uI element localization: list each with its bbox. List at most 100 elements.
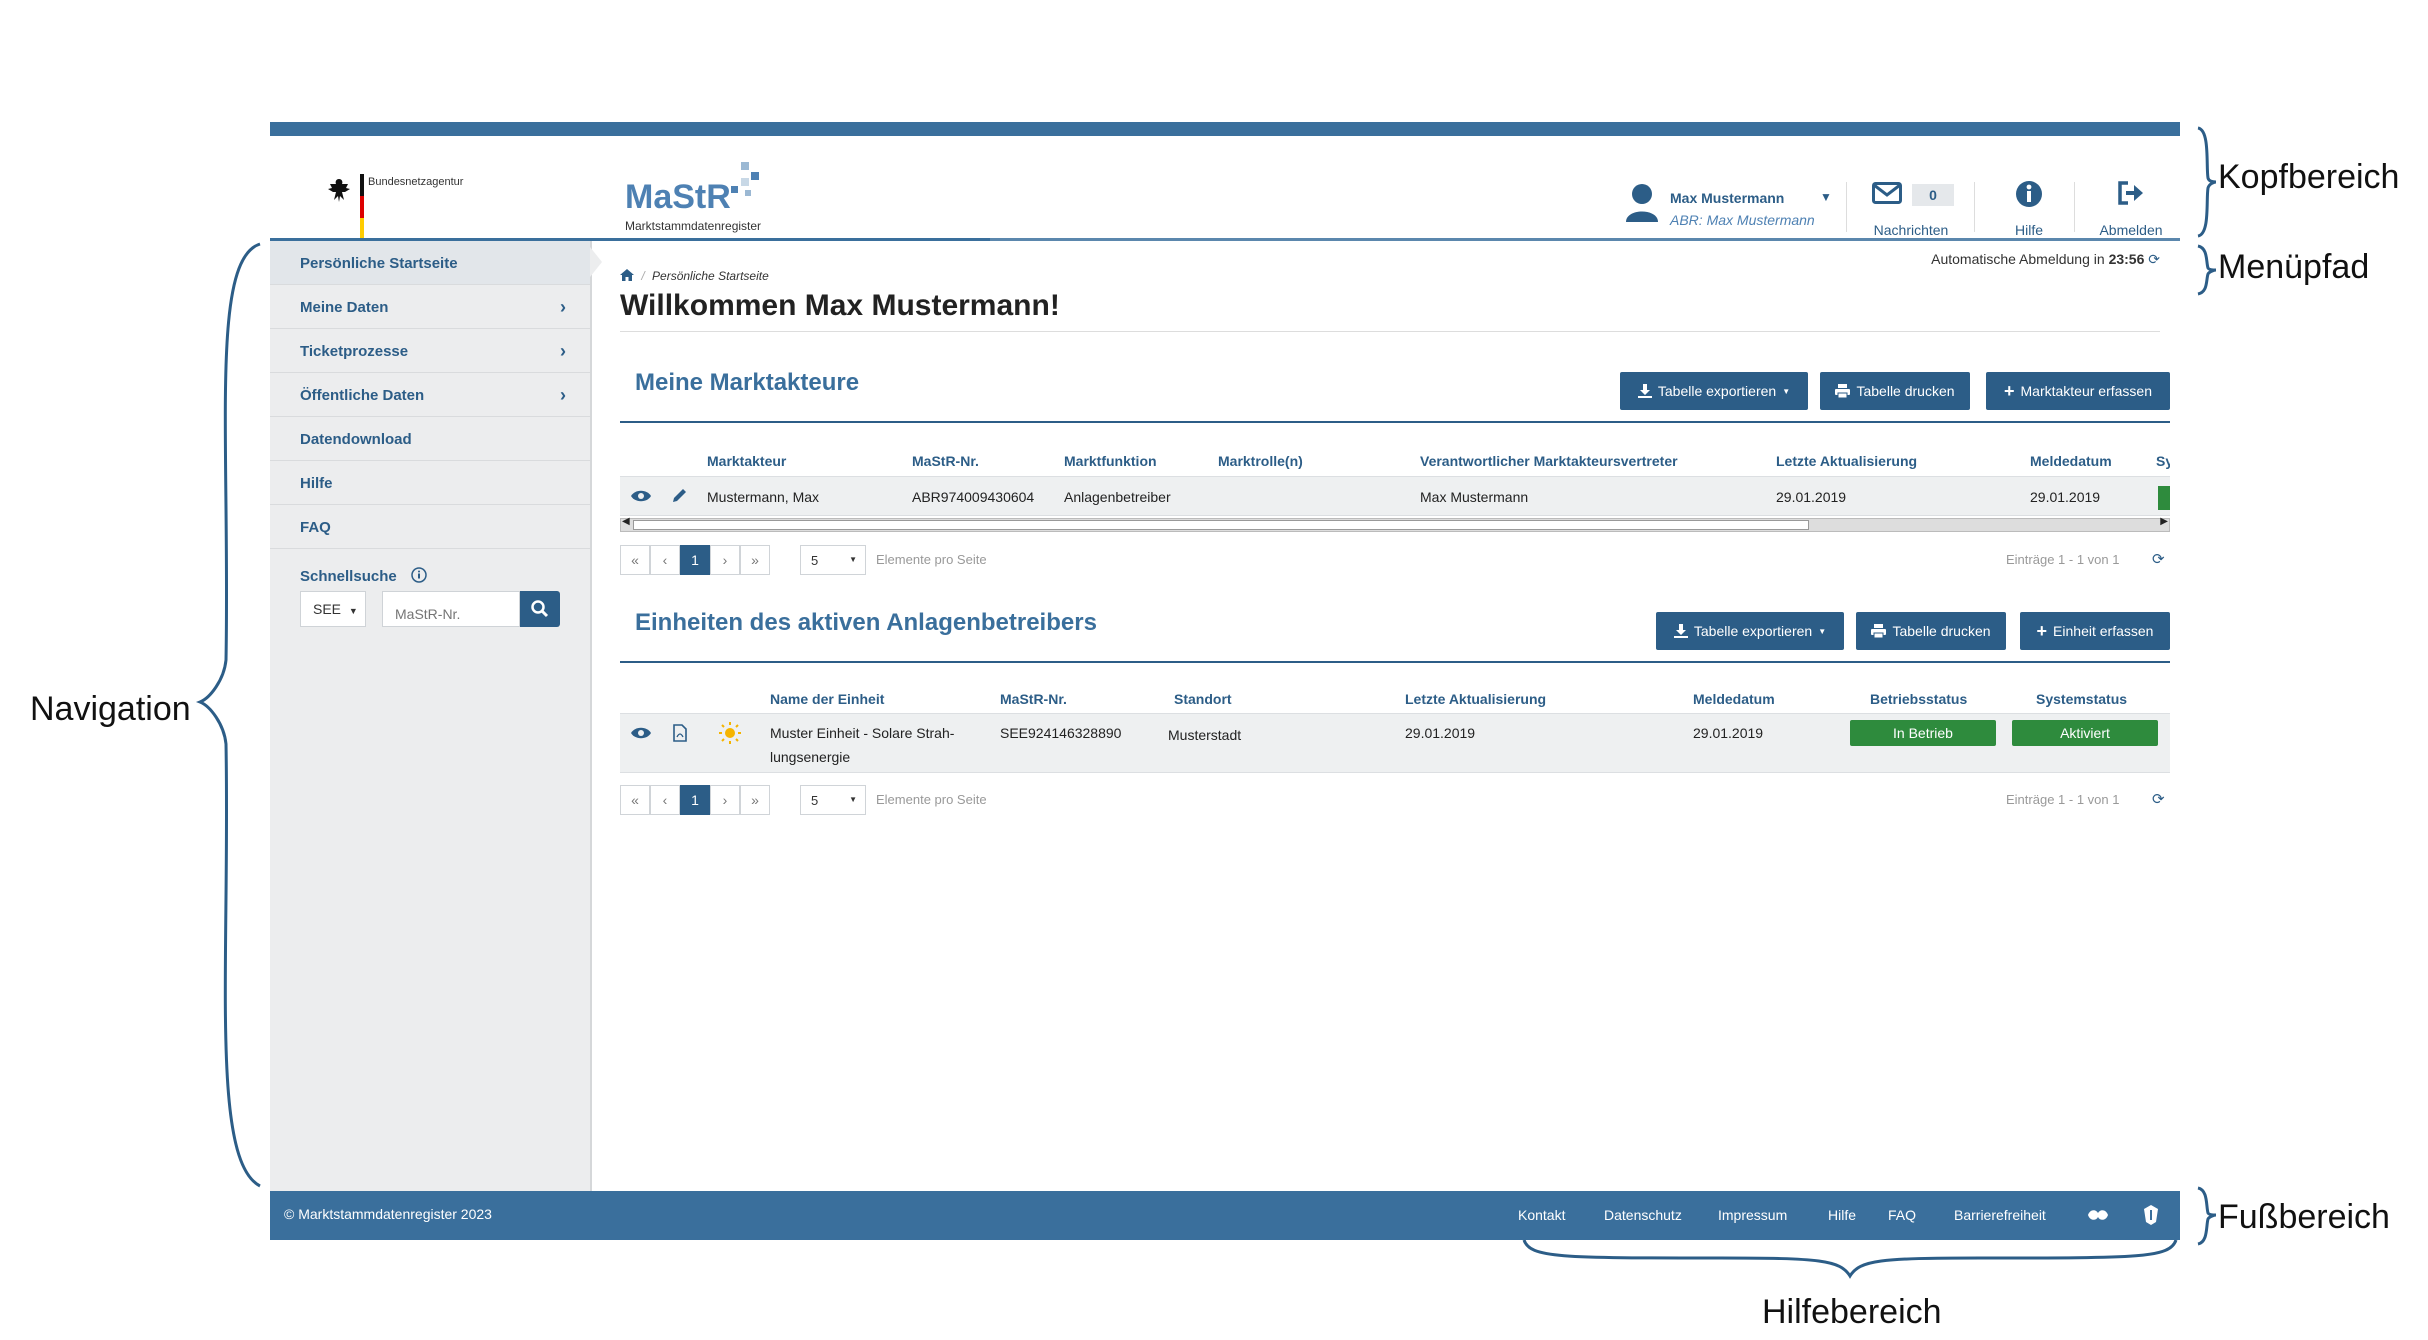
user-menu[interactable]: Max Mustermann ABR: Max Mustermann ▼ (1620, 180, 1832, 240)
column-header[interactable]: Standort (1174, 691, 1232, 707)
column-header[interactable]: MaStR-Nr. (1000, 691, 1067, 707)
column-header[interactable]: MaStR-Nr. (912, 453, 979, 469)
home-icon[interactable] (620, 269, 634, 281)
logo-dots-icon (731, 162, 759, 196)
quick-search-type-select[interactable]: SEE ▼ (300, 591, 366, 627)
eye-icon[interactable] (630, 726, 652, 740)
page-button[interactable]: 1 (680, 785, 710, 815)
footer-copyright: © Marktstammdatenregister 2023 (284, 1206, 492, 1222)
add-marktakteur-button[interactable]: + Marktakteur erfassen (1986, 372, 2170, 410)
first-page-button[interactable]: « (620, 545, 650, 575)
quick-search-button[interactable] (520, 591, 560, 627)
column-header[interactable]: Marktakteur (707, 453, 786, 469)
column-header[interactable]: Marktrolle(n) (1218, 453, 1303, 469)
page-button[interactable]: 1 (680, 545, 710, 575)
column-header[interactable]: Verantwortlicher Marktakteursvertreter (1420, 453, 1678, 469)
print-table-button[interactable]: Tabelle drucken (1820, 372, 1970, 410)
footer-link-faq[interactable]: FAQ (1888, 1207, 1916, 1223)
bundesnetzagentur-logo[interactable]: Bundesnetzagentur (324, 174, 464, 244)
table-cell: Muster Einheit - Solare Strah- (770, 725, 955, 741)
sidebar-item-datendownload[interactable]: Datendownload (270, 417, 590, 461)
page-size-select[interactable]: 5 ▼ (800, 545, 866, 575)
refresh-icon[interactable]: ⟳ (2148, 251, 2160, 267)
mastr-logo[interactable]: MaStR Marktstammdatenregister (625, 162, 761, 233)
column-header[interactable]: Marktfunktion (1064, 453, 1157, 469)
footer-link-kontakt[interactable]: Kontakt (1518, 1207, 1565, 1223)
table-cell: ABR974009430604 (912, 489, 1035, 505)
sidebar-item-label: Meine Daten (300, 299, 389, 316)
sign-language-icon[interactable] (2086, 1205, 2110, 1225)
section-title-einheiten: Einheiten des aktiven Anlagenbetreibers (635, 609, 1097, 636)
footer-link-datenschutz[interactable]: Datenschutz (1604, 1207, 1682, 1223)
next-page-button[interactable]: › (710, 785, 740, 815)
scrollbar-thumb[interactable] (633, 520, 1809, 530)
scroll-right-icon[interactable]: ▶ (2160, 516, 2168, 527)
quick-search-label-text: Schnellsuche (300, 568, 397, 585)
sidebar-item-ticketprozesse[interactable]: Ticketprozesse › (270, 329, 590, 373)
sidebar-item-faq[interactable]: FAQ (270, 505, 590, 549)
info-circle-icon[interactable] (411, 567, 427, 583)
print-icon (1871, 624, 1887, 638)
sidebar-item-persoenliche-startseite[interactable]: Persönliche Startseite (270, 241, 602, 285)
quick-search-input[interactable] (382, 591, 520, 627)
annotation-fussbereich: Fußbereich (2218, 1198, 2390, 1236)
sidebar-item-hilfe[interactable]: Hilfe (270, 461, 590, 505)
footer-link-barrierefreiheit[interactable]: Barrierefreiheit (1954, 1207, 2046, 1223)
first-page-button[interactable]: « (620, 785, 650, 815)
horizontal-scrollbar[interactable]: ◀ ▶ (620, 516, 2170, 532)
messages-count: 0 (1912, 184, 1954, 206)
logout-button[interactable]: Abmelden (2086, 176, 2176, 246)
user-icon (1626, 184, 1658, 222)
auto-logout-text: Automatische Abmeldung in (1931, 251, 2105, 267)
quick-search-label: Schnellsuche (300, 567, 427, 585)
caret-down-icon: ▼ (849, 555, 857, 564)
export-label: Tabelle exportieren (1693, 623, 1813, 639)
export-table-button[interactable]: Tabelle exportieren ▼ (1656, 612, 1844, 650)
column-header[interactable]: Name der Einheit (770, 691, 884, 707)
prev-page-button[interactable]: ‹ (650, 545, 680, 575)
pdf-file-icon[interactable] (673, 724, 687, 742)
add-einheit-button[interactable]: + Einheit erfassen (2020, 612, 2170, 650)
section-title-marktakteure: Meine Marktakteure (635, 369, 860, 396)
column-header[interactable]: Meldedatum (2030, 453, 2112, 469)
auto-logout-timer: Automatische Abmeldung in 23:56 ⟳ (1931, 251, 2160, 268)
section-divider (620, 661, 2170, 663)
refresh-icon[interactable]: ⟳ (2152, 790, 2165, 808)
next-page-button[interactable]: › (710, 545, 740, 575)
print-table-button[interactable]: Tabelle drucken (1856, 612, 2006, 650)
refresh-icon[interactable]: ⟳ (2152, 550, 2165, 568)
column-header[interactable]: Sy (2156, 453, 2170, 469)
table-cell: Musterstadt (1168, 727, 1242, 743)
footer: © Marktstammdatenregister 2023 Kontakt D… (270, 1191, 2180, 1240)
last-page-button[interactable]: » (740, 545, 770, 575)
download-icon (1673, 624, 1688, 638)
sidebar-item-label: Öffentliche Daten (300, 387, 425, 404)
table-cell: lungsenergie (770, 749, 851, 765)
footer-link-impressum[interactable]: Impressum (1718, 1207, 1787, 1223)
entries-info: Einträge 1 - 1 von 1 (2006, 552, 2120, 567)
footer-link-hilfe[interactable]: Hilfe (1828, 1207, 1856, 1223)
user-abr: ABR: Max Mustermann (1670, 212, 1815, 228)
messages-button[interactable]: 0 Nachrichten (1856, 176, 1966, 246)
page-size-select[interactable]: 5 ▼ (800, 785, 866, 815)
entries-info: Einträge 1 - 1 von 1 (2006, 792, 2120, 807)
last-page-button[interactable]: » (740, 785, 770, 815)
easy-language-icon[interactable] (2142, 1204, 2160, 1226)
column-header[interactable]: Systemstatus (2036, 691, 2127, 707)
pencil-icon[interactable] (672, 487, 688, 503)
scroll-left-icon[interactable]: ◀ (622, 516, 630, 527)
help-button[interactable]: Hilfe (1994, 176, 2064, 246)
status-badge-system: Aktiviert (2012, 720, 2158, 746)
active-pointer-icon (590, 247, 602, 277)
sidebar-item-meine-daten[interactable]: Meine Daten › (270, 285, 590, 329)
eye-icon[interactable] (630, 489, 652, 503)
export-table-button[interactable]: Tabelle exportieren ▼ (1620, 372, 1808, 410)
column-header[interactable]: Meldedatum (1693, 691, 1775, 707)
table-cell: Anlagenbetreiber (1064, 489, 1171, 505)
sidebar-item-oeffentliche-daten[interactable]: Öffentliche Daten › (270, 373, 590, 417)
column-header[interactable]: Letzte Aktualisierung (1776, 453, 1917, 469)
column-header[interactable]: Letzte Aktualisierung (1405, 691, 1546, 707)
table-row[interactable] (620, 476, 2170, 516)
prev-page-button[interactable]: ‹ (650, 785, 680, 815)
column-header[interactable]: Betriebsstatus (1870, 691, 1967, 707)
